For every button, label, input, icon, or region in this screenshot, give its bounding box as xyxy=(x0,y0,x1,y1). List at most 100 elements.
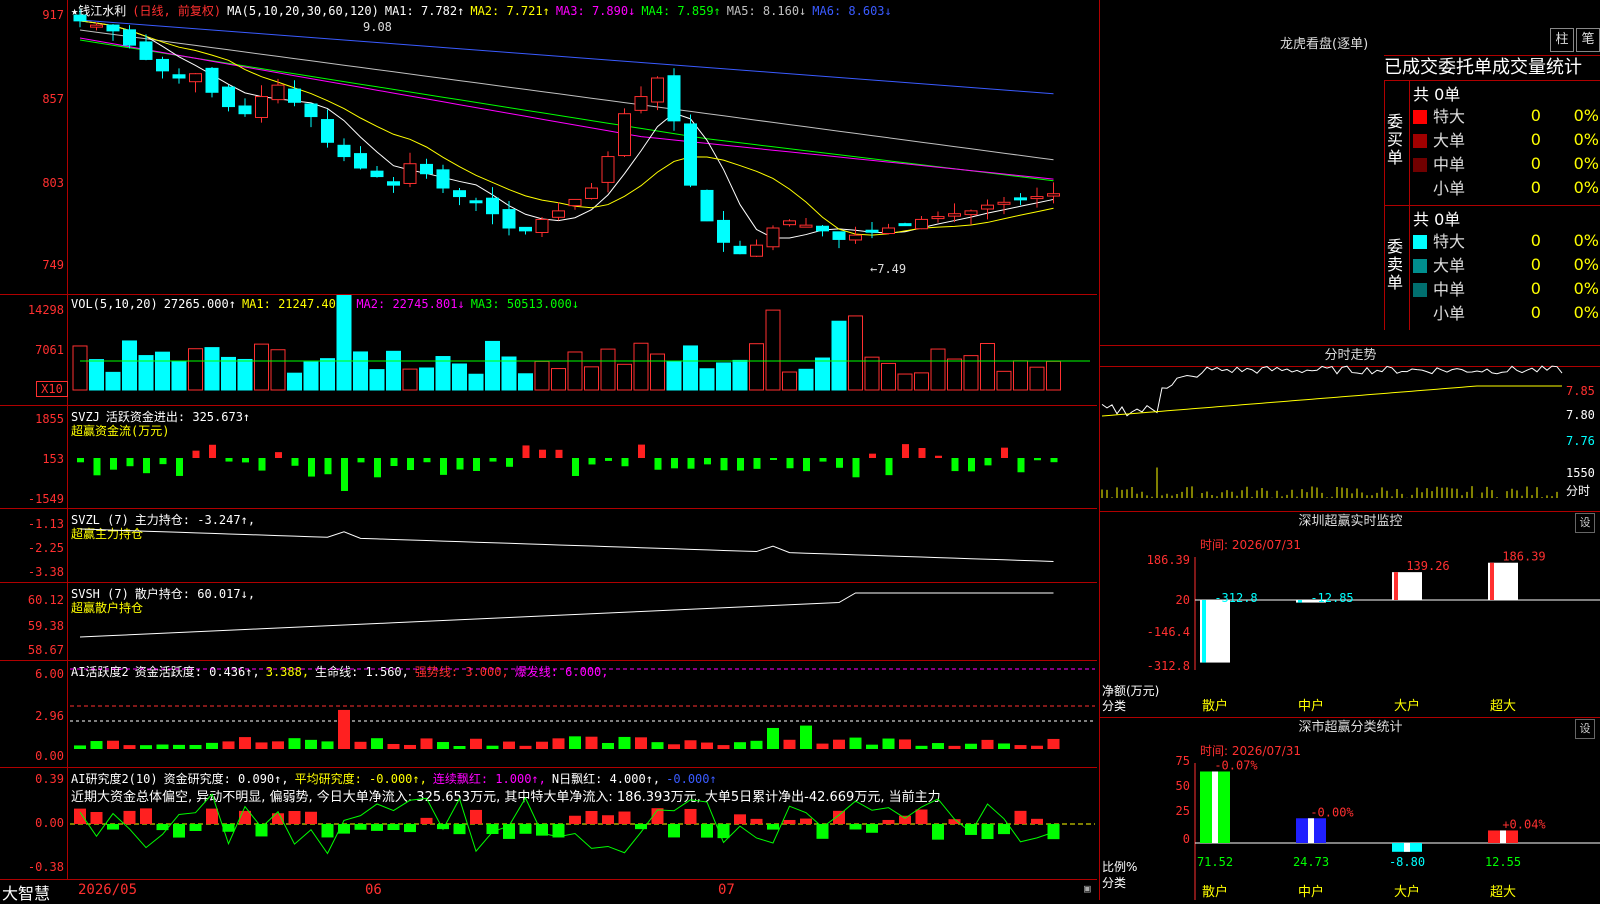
candle-body xyxy=(321,119,334,143)
ai-activity-chart[interactable] xyxy=(0,661,1097,767)
research-bar xyxy=(816,824,829,839)
tick-mode-button[interactable]: 笔 xyxy=(1576,28,1600,52)
divider xyxy=(1409,206,1410,330)
flow-bar xyxy=(159,458,167,465)
price-panel[interactable]: ★钱江水利 (日线, 前复权) MA(5,10,20,30,60,120) MA1: … xyxy=(0,0,1097,295)
svsh-chart[interactable] xyxy=(0,583,1097,660)
candle-body xyxy=(832,231,846,240)
brand-logo[interactable]: 大智慧 xyxy=(2,880,50,904)
svsh-panel[interactable]: SVSH (7) 散户持仓: 60.017↓, 超赢散户持仓 60.12 59.3… xyxy=(0,583,1097,661)
flow-bar xyxy=(506,458,513,467)
flow-bar xyxy=(1001,447,1008,458)
candlestick-chart[interactable] xyxy=(0,0,1097,294)
candle-body xyxy=(436,169,450,189)
order-type: 中单 xyxy=(1433,280,1466,299)
order-type: 大单 xyxy=(1433,256,1466,275)
bar-edge xyxy=(1490,562,1494,600)
bar-label: 186.39 xyxy=(1502,550,1545,564)
activity-bar xyxy=(998,743,1010,749)
order-type: 小单 xyxy=(1433,304,1466,323)
order-row: 中单 0 0% xyxy=(1411,276,1600,300)
intraday-tick: 7.85 xyxy=(1566,384,1595,398)
lock-icon[interactable]: ▣ xyxy=(1084,882,1091,895)
volume-bar xyxy=(534,360,550,391)
research-bar xyxy=(684,808,697,824)
intraday-tick: 7.76 xyxy=(1566,434,1595,448)
activity-bar xyxy=(387,743,400,749)
svzj-chart[interactable] xyxy=(0,406,1097,508)
activity-bar xyxy=(981,739,994,749)
activity-bar xyxy=(585,736,598,749)
candle-body xyxy=(156,58,169,72)
research-bar xyxy=(321,824,334,838)
svzj-panel[interactable]: SVZJ 活跃资金进出: 325.673↑ 超赢资金流(万元) 1855 153 … xyxy=(0,406,1097,509)
volume-bar xyxy=(782,371,797,391)
activity-bar xyxy=(354,741,367,749)
svzl-panel[interactable]: SVZL (7) 主力持仓: -3.247↑, 超赢主力持仓 -1.13 -2.2… xyxy=(0,509,1097,583)
flow-bar xyxy=(753,458,761,469)
flow-bar xyxy=(770,458,777,461)
volume-bar xyxy=(699,368,715,391)
ai-research-panel[interactable]: AI研究度2(10) 资金研究度: 0.090↑, 平均研究度: -0.000↑, 连… xyxy=(0,768,1097,880)
research-bar xyxy=(833,810,845,824)
intraday-chart[interactable] xyxy=(1100,346,1565,511)
volume-bar xyxy=(881,362,896,391)
research-bar xyxy=(701,824,713,838)
x-tick: 2026/05 xyxy=(78,882,138,898)
research-bar xyxy=(123,810,136,824)
candle-body xyxy=(139,41,153,60)
volume-bar xyxy=(567,351,583,391)
candle-body xyxy=(354,153,367,169)
y-tick: 0 xyxy=(1183,832,1190,846)
y-tick: -312.8 xyxy=(1147,659,1190,673)
candle-body xyxy=(502,209,516,229)
ss-stats-panel[interactable]: 深市超赢分类统计 设 时间: 2026/07/31 75 50 25 0 -0.07% 散… xyxy=(1099,718,1600,900)
flow-bar xyxy=(918,448,926,458)
activity-bar xyxy=(816,743,829,749)
flow-bar xyxy=(671,458,678,469)
activity-bar xyxy=(453,745,466,749)
ss-bar-chart[interactable]: 75 50 25 0 -0.07% 散户 71.52 -0.00% 中户 24.73 大户 -8.80… xyxy=(1100,718,1600,900)
research-bar xyxy=(998,824,1010,835)
sz-bar-chart[interactable]: 186.39 20 -146.4 -312.8 -312.8 散户 -12.85 中户 139.… xyxy=(1100,512,1600,717)
volume-bar xyxy=(798,368,814,391)
intraday-panel[interactable]: 分时走势 7.85 7.80 7.76 1550 分时 xyxy=(1099,346,1600,512)
flow-bar xyxy=(951,458,959,472)
volume-chart[interactable] xyxy=(0,295,1097,405)
volume-panel[interactable]: VOL(5,10,20) 27265.000↑ MA1: 21247.400↑ MA2… xyxy=(0,295,1097,406)
volume-bar xyxy=(716,362,731,391)
research-bar xyxy=(387,824,400,831)
bar-mode-button[interactable]: 柱 xyxy=(1550,28,1574,52)
activity-bar xyxy=(107,740,119,749)
flow-bar xyxy=(126,458,134,467)
candle-body xyxy=(370,170,384,178)
order-pct: 0% xyxy=(1573,105,1599,125)
intraday-unit: 分时 xyxy=(1566,484,1591,498)
candle-body xyxy=(304,103,318,118)
bar-edge xyxy=(1298,600,1302,603)
activity-bar xyxy=(684,740,697,749)
order-count: 0 xyxy=(1530,254,1541,274)
sz-monitor-panel[interactable]: 深圳超赢实时监控 设 时间: 2026/07/31 186.39 20 -146.4… xyxy=(1099,512,1600,718)
intraday-tick: 7.80 xyxy=(1566,408,1595,422)
order-pct: 0% xyxy=(1573,177,1599,197)
candle-body xyxy=(997,201,1011,205)
flow-bar xyxy=(341,458,348,491)
flow-bar xyxy=(473,458,480,471)
bar-value: 24.73 xyxy=(1293,855,1329,869)
activity-bar xyxy=(90,741,103,749)
ma-line xyxy=(79,20,1054,236)
volume-bar xyxy=(551,368,566,391)
activity-bar xyxy=(486,745,499,749)
research-bar xyxy=(453,824,466,835)
candle-body xyxy=(750,244,763,257)
svzl-chart[interactable] xyxy=(0,509,1097,582)
research-bar xyxy=(470,809,482,824)
candle-body xyxy=(453,190,466,198)
ai-activity-panel[interactable]: AI活跃度2 资金活跃度: 0.436↑, 3.388, 生命线: 1.560, 强势线… xyxy=(0,661,1097,768)
bar-value: -8.80 xyxy=(1389,855,1425,869)
candle-body xyxy=(766,227,780,248)
ai-research-chart[interactable] xyxy=(0,768,1097,879)
research-bar xyxy=(354,824,367,830)
activity-bar xyxy=(272,741,284,749)
